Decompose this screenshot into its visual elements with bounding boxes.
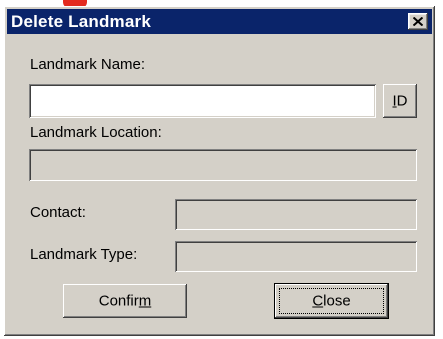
contact-input	[178, 202, 414, 227]
close-window-button[interactable]	[408, 13, 428, 30]
id-button-label: ID	[392, 92, 408, 110]
landmark-type-input	[178, 244, 414, 269]
landmark-location-label: Landmark Location:	[30, 124, 162, 141]
landmark-name-label: Landmark Name:	[30, 56, 146, 73]
landmark-location-input	[32, 152, 414, 178]
landmark-name-input[interactable]	[32, 87, 373, 115]
landmark-type-label: Landmark Type:	[30, 246, 138, 263]
close-button[interactable]: Close	[275, 284, 388, 318]
id-button[interactable]: ID	[383, 84, 417, 118]
landmark-type-field	[175, 241, 417, 272]
window-title: Delete Landmark	[11, 12, 151, 31]
title-bar[interactable]: Delete Landmark	[7, 9, 432, 34]
landmark-name-field[interactable]	[29, 84, 376, 118]
contact-field	[175, 199, 417, 230]
close-button-label: Close	[312, 292, 351, 310]
delete-landmark-dialog: Delete Landmark Landmark Name: ID Landma…	[4, 6, 435, 336]
confirm-button[interactable]: Confirm	[63, 284, 187, 318]
contact-label: Contact:	[30, 204, 86, 221]
close-icon	[413, 17, 423, 26]
landmark-location-field	[29, 149, 417, 181]
confirm-button-label: Confirm	[98, 292, 152, 310]
